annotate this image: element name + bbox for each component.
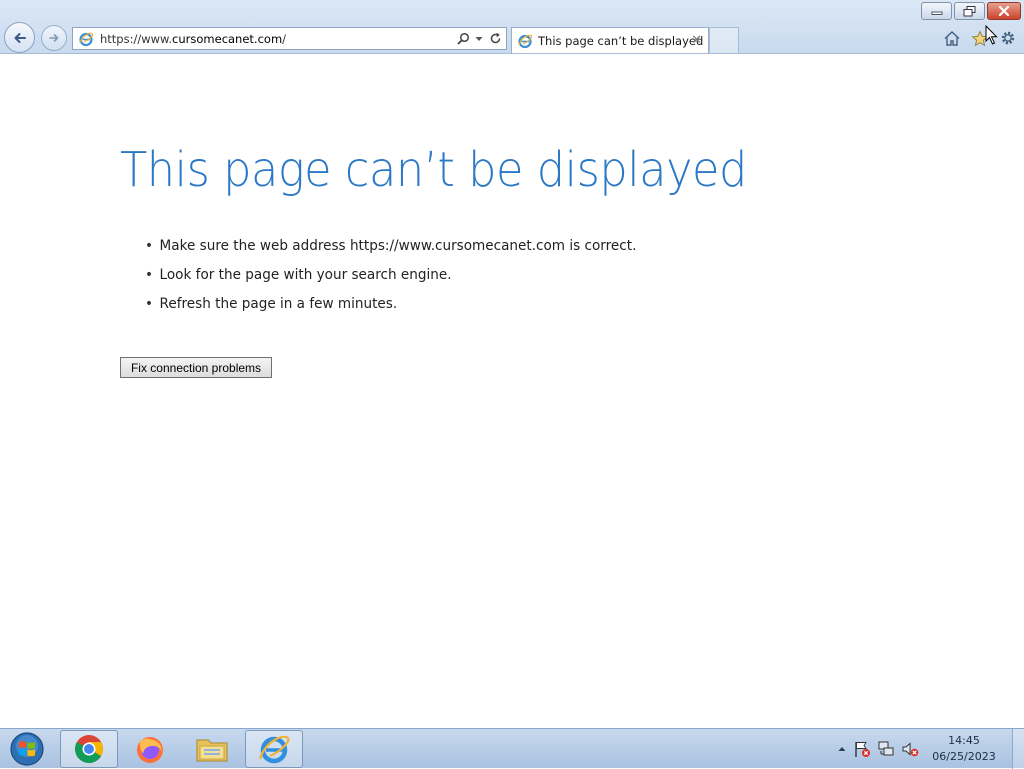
page-title: This page can’t be displayed: [120, 142, 747, 198]
address-dropdown-button[interactable]: [474, 31, 484, 47]
page-content: This page can’t be displayed • Make sure …: [0, 55, 1024, 728]
window-controls: [921, 2, 1021, 20]
action-center-button[interactable]: [852, 739, 872, 759]
suggestion-text: Refresh the page in a few minutes.: [159, 296, 398, 312]
internet-explorer-icon: [258, 735, 290, 764]
volume-muted-icon: [902, 742, 919, 757]
home-button[interactable]: [942, 28, 962, 48]
ie-page-icon: [518, 34, 533, 48]
search-button[interactable]: [455, 31, 471, 47]
suggestion-text: Look for the page with your search engin…: [159, 267, 452, 283]
start-button[interactable]: [4, 730, 50, 768]
system-tray: 14:45 06/25/2023: [836, 729, 1024, 769]
chrome-icon: [75, 735, 103, 763]
tools-gear-icon: [1001, 31, 1015, 45]
chevron-up-icon: [838, 747, 846, 751]
taskbar-item-file-explorer[interactable]: [183, 730, 241, 768]
fix-connection-problems-button[interactable]: Fix connection problems: [120, 357, 272, 378]
restore-icon: [963, 5, 976, 16]
home-icon: [944, 30, 960, 46]
refresh-button[interactable]: [487, 31, 503, 47]
dropdown-icon: [475, 36, 483, 41]
close-icon: [998, 6, 1010, 16]
tools-button[interactable]: [998, 28, 1018, 48]
network-button[interactable]: [876, 739, 896, 759]
taskbar-item-chrome[interactable]: [60, 730, 118, 768]
forward-button[interactable]: [41, 25, 67, 51]
bullet: •: [145, 238, 154, 254]
mouse-cursor-icon: [985, 25, 998, 45]
volume-button[interactable]: [900, 739, 920, 759]
clock[interactable]: 14:45 06/25/2023: [924, 733, 1004, 765]
tab-close-icon[interactable]: ✕: [691, 33, 702, 48]
address-bar[interactable]: https://www.cursomecanet.com/: [72, 27, 507, 50]
action-center-flag-icon: [855, 742, 870, 757]
minimize-icon: [931, 11, 942, 15]
list-item: • Refresh the page in a few minutes.: [145, 295, 636, 324]
close-button[interactable]: [987, 2, 1021, 20]
windows-start-orb-icon: [10, 732, 44, 766]
tab-active[interactable]: This page can’t be displayed ✕: [511, 27, 709, 53]
command-tools: [942, 28, 1018, 48]
bullet: •: [145, 267, 154, 283]
url-domain: cursomecanet.com: [172, 31, 283, 46]
forward-icon: [49, 34, 59, 42]
list-item: • Make sure the web address https://www.c…: [145, 237, 636, 266]
show-hidden-icons-button[interactable]: [836, 739, 848, 759]
search-icon: [457, 32, 469, 45]
minimize-button[interactable]: [921, 2, 952, 20]
taskbar: 14:45 06/25/2023: [0, 728, 1024, 769]
clock-date: 06/25/2023: [932, 750, 996, 763]
list-item: • Look for the page with your search engi…: [145, 266, 636, 295]
url-text[interactable]: https://www.cursomecanet.com/: [100, 32, 455, 46]
browser-chrome: https://www.cursomecanet.com/ This page …: [0, 0, 1024, 54]
network-icon: [878, 741, 894, 756]
suggestion-text: Make sure the web address https://www.cu…: [159, 238, 637, 254]
refresh-icon: [490, 32, 500, 44]
taskbar-item-internet-explorer[interactable]: [245, 730, 303, 768]
restore-button[interactable]: [954, 2, 985, 20]
back-button[interactable]: [4, 22, 35, 53]
ie-page-icon: [79, 32, 94, 46]
taskbar-item-firefox[interactable]: [121, 730, 179, 768]
new-tab-button[interactable]: [709, 27, 739, 53]
back-icon: [14, 32, 26, 43]
tab-title: This page can’t be displayed: [538, 33, 704, 48]
url-suffix: /: [282, 31, 287, 46]
bullet: •: [145, 296, 154, 312]
clock-time: 14:45: [948, 734, 980, 747]
firefox-icon: [137, 737, 163, 763]
url-prefix: https://www.: [100, 31, 173, 46]
suggestions-list: • Make sure the web address https://www.c…: [145, 237, 652, 324]
show-desktop-button[interactable]: [1012, 729, 1024, 769]
folder-icon: [196, 739, 228, 762]
